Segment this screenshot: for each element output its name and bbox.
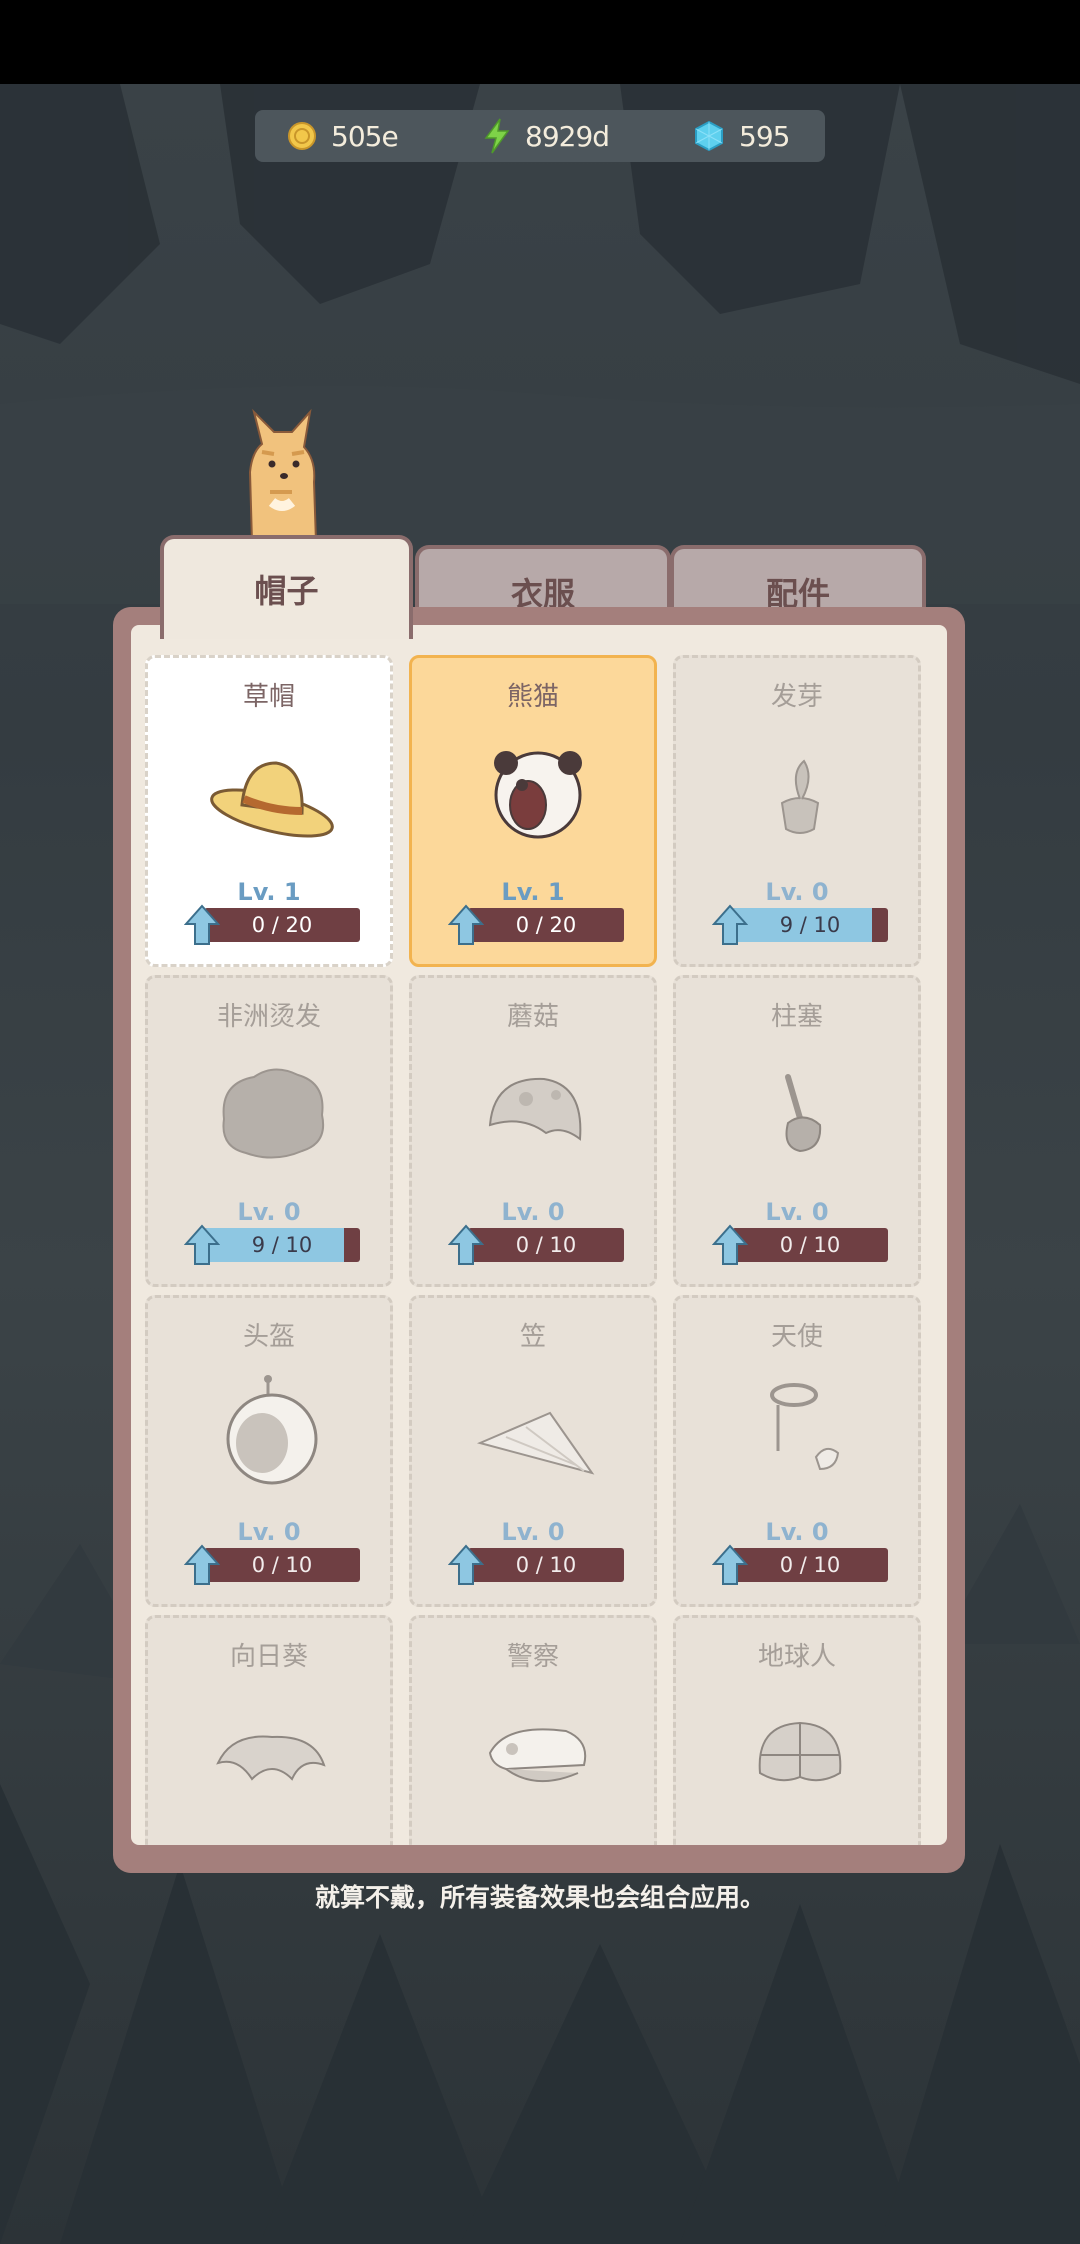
- panda-hat-icon: [494, 751, 582, 839]
- upgrade-arrow-icon: [448, 1224, 484, 1265]
- hat-card[interactable]: 熊猫 Lv. 1 0 / 20: [409, 655, 657, 967]
- hat-progress-text: 0 / 10: [515, 1233, 577, 1257]
- energy-value: 8929d: [525, 119, 610, 153]
- hat-level: Lv. 0: [501, 1518, 565, 1546]
- hat-progress: 0 / 20: [184, 904, 360, 945]
- hat-progress-text: 0 / 10: [779, 1233, 841, 1257]
- hat-progress-text: 9 / 10: [779, 913, 841, 937]
- hat-level: Lv. 1: [501, 878, 565, 906]
- equipment-panel: 草帽 Lv. 1 0 / 20 熊猫 Lv. 1 0 / 20 发芽 Lv. 0…: [113, 607, 965, 1873]
- upgrade-arrow-icon: [184, 1224, 220, 1265]
- upgrade-arrow-icon: [184, 1544, 220, 1585]
- hat-progress-text: 0 / 10: [779, 1553, 841, 1577]
- plunger-icon: [785, 1074, 822, 1153]
- status-bar: [0, 0, 1080, 84]
- currency-bar: 505e 8929d 595: [255, 110, 825, 162]
- hat-progress-text: 0 / 20: [515, 913, 577, 937]
- upgrade-arrow-icon: [712, 904, 748, 945]
- hat-level: Lv. 0: [765, 878, 829, 906]
- hat-name: 天使: [770, 1322, 823, 1352]
- afro-icon: [222, 1068, 324, 1159]
- coin-value: 505e: [331, 119, 399, 153]
- coin-icon: [288, 122, 316, 150]
- hat-card[interactable]: 地球人: [673, 1615, 921, 1845]
- upgrade-arrow-icon: [448, 1544, 484, 1585]
- hat-name: 蘑菇: [506, 1002, 559, 1032]
- hat-card[interactable]: 天使 Lv. 0 0 / 10: [673, 1295, 921, 1607]
- hat-progress: 0 / 10: [184, 1544, 360, 1585]
- hat-progress: 9 / 10: [184, 1224, 360, 1265]
- upgrade-arrow-icon: [712, 1224, 748, 1265]
- hat-name: 向日葵: [229, 1642, 308, 1672]
- hat-name: 警察: [506, 1642, 559, 1672]
- hat-progress: 0 / 20: [448, 904, 624, 945]
- hat-progress: 0 / 10: [712, 1544, 888, 1585]
- hat-name: 草帽: [242, 682, 295, 712]
- hat-card[interactable]: 头盔 Lv. 0 0 / 10: [145, 1295, 393, 1607]
- straw-hat-icon: [210, 761, 334, 838]
- sprout-icon: [780, 759, 820, 834]
- hat-progress-text: 0 / 20: [251, 913, 313, 937]
- hat-card[interactable]: 向日葵: [145, 1615, 393, 1845]
- tab-hats[interactable]: 帽子: [160, 535, 413, 639]
- energy-counter: 8929d: [483, 110, 610, 162]
- hat-progress-text: 0 / 10: [515, 1553, 577, 1577]
- hat-progress: 9 / 10: [712, 904, 888, 945]
- hat-progress: 0 / 10: [712, 1224, 888, 1265]
- gem-counter: 595: [693, 110, 790, 162]
- mushroom-icon: [488, 1077, 582, 1141]
- hat-level: Lv. 0: [237, 1198, 301, 1226]
- cat-character: [248, 408, 318, 542]
- hat-name: 柱塞: [770, 1002, 823, 1032]
- hat-name: 头盔: [242, 1322, 295, 1352]
- hat-level: Lv. 0: [765, 1198, 829, 1226]
- hat-progress-text: 0 / 10: [251, 1553, 313, 1577]
- hat-progress: 0 / 10: [448, 1544, 624, 1585]
- conical-hat-icon: [476, 1411, 595, 1475]
- halo-icon: [770, 1383, 840, 1471]
- hat-card[interactable]: 警察: [409, 1615, 657, 1845]
- hat-progress-text: 9 / 10: [251, 1233, 313, 1257]
- upgrade-arrow-icon: [184, 904, 220, 945]
- hat-card[interactable]: 笠 Lv. 0 0 / 10: [409, 1295, 657, 1607]
- hat-level: Lv. 0: [765, 1518, 829, 1546]
- hat-card[interactable]: 蘑菇 Lv. 0 0 / 10: [409, 975, 657, 1287]
- hat-progress: 0 / 10: [448, 1224, 624, 1265]
- hat-name: 发芽: [770, 682, 823, 712]
- coin-counter: 505e: [287, 110, 399, 162]
- hat-name: 地球人: [757, 1642, 836, 1672]
- hat-level: Lv. 1: [237, 878, 301, 906]
- hat-card[interactable]: 柱塞 Lv. 0 0 / 10: [673, 975, 921, 1287]
- space-helmet-icon: [226, 1375, 318, 1485]
- equipment-hint: 就算不戴，所有装备效果也会组合应用。: [314, 1883, 765, 1912]
- hat-card[interactable]: 非洲烫发 Lv. 0 9 / 10: [145, 975, 393, 1287]
- hat-card[interactable]: 草帽 Lv. 1 0 / 20: [145, 655, 393, 967]
- hat-name: 熊猫: [506, 682, 559, 712]
- earthling-helmet-icon: [758, 1721, 842, 1782]
- upgrade-arrow-icon: [448, 904, 484, 945]
- hat-name: 笠: [519, 1322, 546, 1352]
- hat-name: 非洲烫发: [216, 1002, 321, 1032]
- gem-icon: [695, 120, 723, 152]
- sunflower-icon: [216, 1735, 326, 1781]
- hat-card[interactable]: 发芽 Lv. 0 9 / 10: [673, 655, 921, 967]
- hat-level: Lv. 0: [237, 1518, 301, 1546]
- gem-value: 595: [739, 119, 790, 153]
- tab-hats-label: 帽子: [254, 572, 319, 610]
- hat-grid: 草帽 Lv. 1 0 / 20 熊猫 Lv. 1 0 / 20 发芽 Lv. 0…: [145, 655, 935, 1845]
- upgrade-arrow-icon: [712, 1544, 748, 1585]
- hat-level: Lv. 0: [501, 1198, 565, 1226]
- equipment-panel-inner: 草帽 Lv. 1 0 / 20 熊猫 Lv. 1 0 / 20 发芽 Lv. 0…: [131, 625, 947, 1845]
- police-cap-icon: [488, 1728, 587, 1783]
- lightning-icon: [484, 118, 510, 154]
